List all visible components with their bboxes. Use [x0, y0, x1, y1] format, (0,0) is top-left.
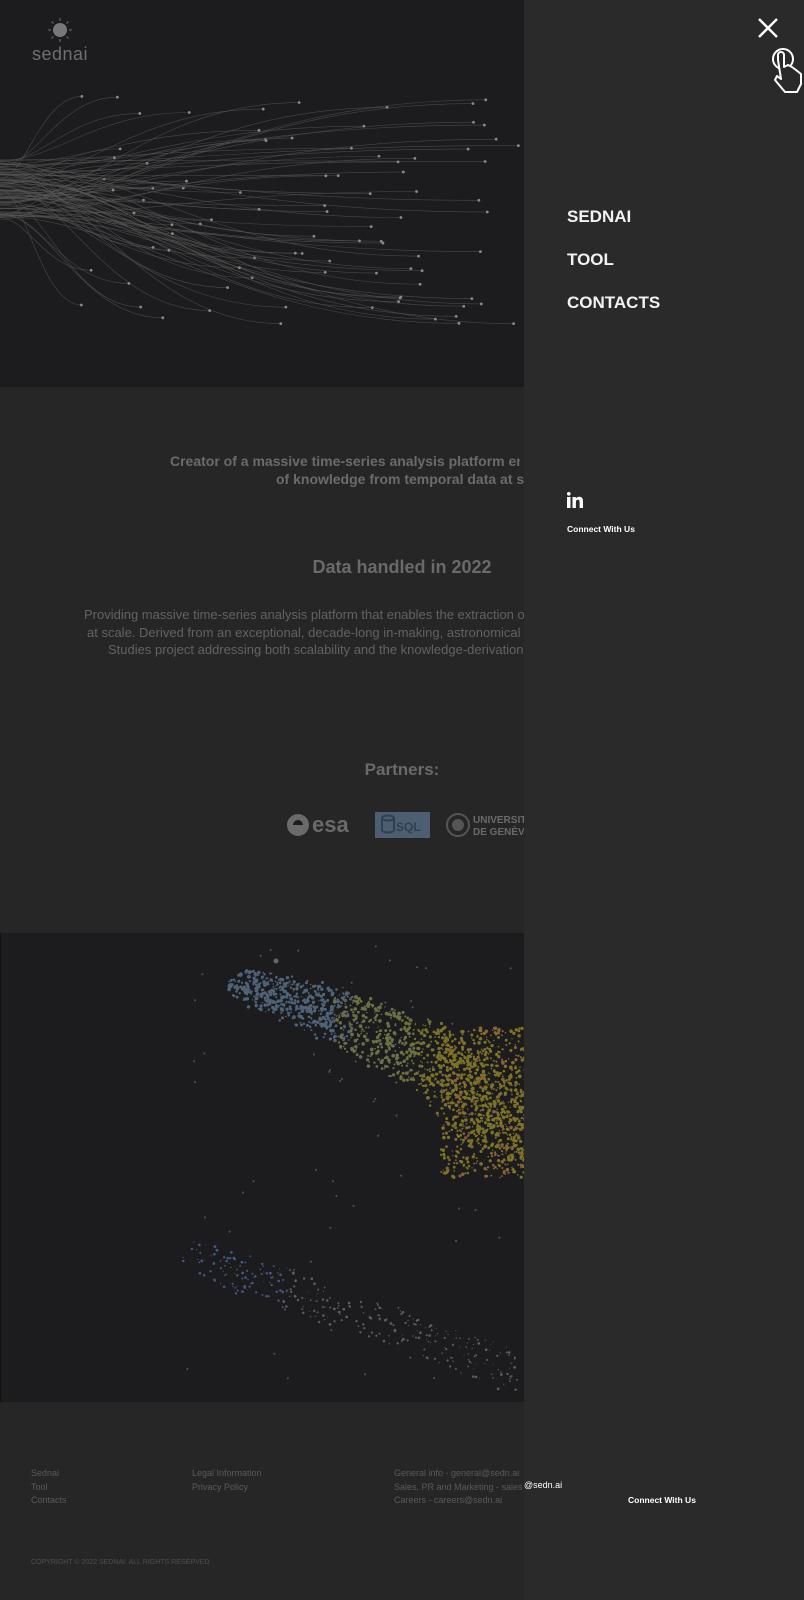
hand-pointer-icon	[772, 48, 802, 93]
footer-link-privacy[interactable]: Privacy Policy	[192, 1481, 262, 1495]
close-icon[interactable]	[756, 16, 780, 40]
desc-line-3: Studies project addressing both scalabil…	[108, 642, 524, 657]
sql-text: SQL	[396, 820, 421, 834]
footer-link-tool[interactable]: Tool	[31, 1481, 67, 1495]
logo-text: sednai	[31, 44, 89, 64]
footer-email-overflow: @sedn.ai	[524, 1480, 563, 1490]
copyright: COPYRIGHT © 2022 SEDNAI. ALL RIGHTS RESE…	[31, 1559, 210, 1566]
nav-item-sednai[interactable]: SEDNAI	[567, 207, 631, 227]
linkedin-icon[interactable]	[567, 492, 583, 508]
desc-line-1: Providing massive time-series analysis p…	[84, 607, 524, 622]
unige-text-1: UNIVERSIT	[473, 815, 526, 826]
nav-item-tool[interactable]: TOOL	[567, 250, 614, 270]
footer-col-legal: Legal Information Privacy Policy	[192, 1467, 262, 1494]
tagline-line-2: of knowledge from temporal data at scal	[276, 471, 524, 487]
footer-link-contacts[interactable]: Contacts	[31, 1494, 67, 1508]
scatter-graphic	[182, 945, 547, 1392]
nav-item-contacts[interactable]: CONTACTS	[567, 293, 660, 313]
footer-email-careers[interactable]: Careers - careers@sedn.ai	[394, 1494, 523, 1508]
unige-text-2: DE GENÈV	[473, 825, 525, 838]
footer-link-sednai[interactable]: Sednai	[31, 1467, 67, 1481]
desc-line-2: at scale. Derived from an exceptional, d…	[87, 624, 524, 640]
partners-logos-graphic: esa SQL UNIVERSIT DE GENÈV	[287, 812, 526, 838]
panel-connect-with-us[interactable]: Connect With Us	[567, 524, 635, 534]
footer-col-contacts: General info - general@sedn.ai Sales, PR…	[394, 1467, 523, 1508]
sql-logo[interactable]: SQL	[375, 812, 430, 838]
partners-logos: esa SQL UNIVERSIT DE GENÈV	[286, 810, 526, 838]
logo-sun-icon	[48, 18, 72, 42]
footer-connect-with-us[interactable]: Connect With Us	[628, 1495, 696, 1505]
esa-text: esa	[312, 812, 349, 837]
tagline-line-1: Creator of a massive time-series analysi…	[170, 453, 520, 469]
side-menu-panel: SEDNAI TOOL CONTACTS Connect With Us @se…	[524, 0, 804, 1600]
footer-email-sales[interactable]: Sales, PR and Marketing - sales	[394, 1481, 523, 1495]
unige-logo[interactable]: UNIVERSIT DE GENÈV	[446, 813, 526, 838]
footer-col-sitemap: Sednai Tool Contacts	[31, 1467, 67, 1508]
esa-logo[interactable]: esa	[287, 812, 349, 837]
footer-email-general[interactable]: General info - general@sedn.ai	[394, 1467, 523, 1481]
footer-link-legal[interactable]: Legal Information	[192, 1467, 262, 1481]
